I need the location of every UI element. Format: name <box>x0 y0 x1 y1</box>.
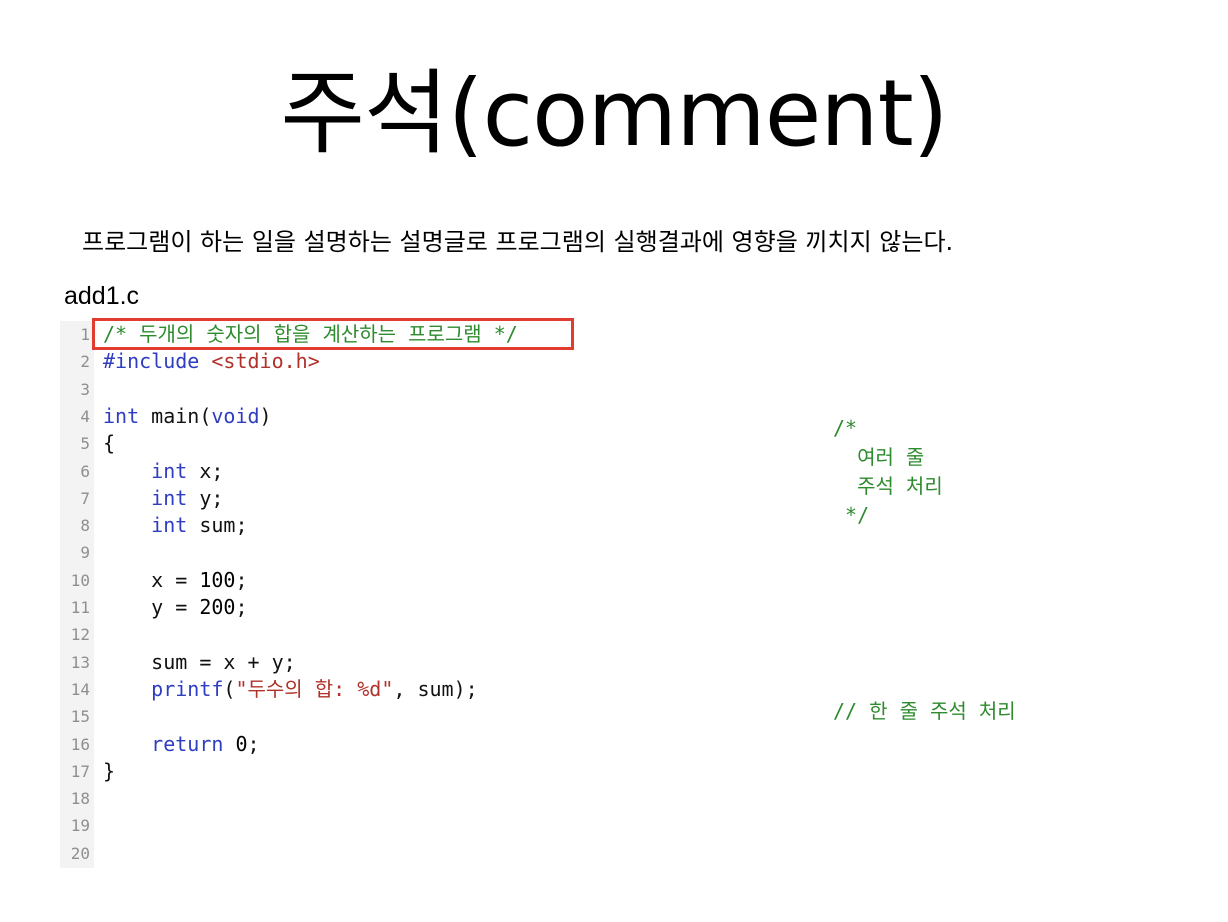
code-line: 11 y = 200; <box>60 594 620 621</box>
line-number: 2 <box>80 352 90 372</box>
slide-subtitle: 프로그램이 하는 일을 설명하는 설명글로 프로그램의 실행결과에 영향을 끼치… <box>82 228 954 256</box>
code-token: sum; <box>187 513 248 538</box>
line-code: x = 100; <box>103 567 248 594</box>
line-number: 8 <box>80 516 90 536</box>
line-code: { <box>103 430 115 457</box>
file-name-label: add1.c <box>64 282 140 310</box>
code-line: 19 <box>60 812 620 839</box>
code-token: int <box>151 458 188 483</box>
code-token: 0 <box>235 731 248 756</box>
code-token: int <box>151 485 188 510</box>
single-line-comment-example: // 한 줄 주석 처리 <box>833 699 1016 723</box>
line-code: int sum; <box>103 512 248 539</box>
code-token: ; <box>235 567 248 592</box>
line-code: int y; <box>103 485 223 512</box>
code-token: #include <box>103 349 212 374</box>
line-number: 10 <box>70 570 90 590</box>
line-number: 20 <box>70 843 90 863</box>
code-line: 16 return 0; <box>60 731 620 758</box>
line-number: 13 <box>70 652 90 672</box>
line-number: 1 <box>80 325 90 344</box>
line-number: 18 <box>70 789 90 809</box>
code-token: x; <box>187 458 224 483</box>
code-line: 7 int y; <box>60 485 620 512</box>
code-line: 14 printf("두수의 합: %d", sum); <box>60 676 620 703</box>
code-line: 12 <box>60 621 620 648</box>
code-line: 10 x = 100; <box>60 567 620 594</box>
code-token: y; <box>187 485 224 510</box>
line-number: 14 <box>70 679 90 699</box>
line-code: } <box>103 758 115 785</box>
line-number: 16 <box>70 734 90 754</box>
code-line: 18 <box>60 785 620 812</box>
line-number: 19 <box>70 816 90 836</box>
code-line: 17} <box>60 758 620 785</box>
code-token: ) <box>259 403 272 428</box>
code-line: 4 int main(void) <box>60 403 620 430</box>
line-code: int x; <box>103 458 223 485</box>
code-token: printf <box>151 676 224 701</box>
code-token: { <box>103 431 116 456</box>
code-token: ; <box>247 731 260 756</box>
code-token: ( <box>223 676 236 701</box>
line-code: #include <stdio.h> <box>103 348 320 375</box>
line-number: 15 <box>70 707 90 727</box>
code-line: 20 <box>60 840 620 867</box>
line-number: 5 <box>80 434 90 454</box>
line-code: return 0; <box>103 731 260 758</box>
line-code: printf("두수의 합: %d", sum); <box>103 676 478 703</box>
code-token: y = <box>103 595 200 619</box>
code-token: 100 <box>199 567 236 592</box>
multiline-comment-example: /* 여러 줄 주석 처리 */ <box>833 416 943 527</box>
line-number: 7 <box>80 488 90 508</box>
code-token: x = <box>103 567 200 592</box>
code-token: return <box>151 731 224 756</box>
code-token: <stdio.h> <box>211 349 320 374</box>
line-number: 3 <box>80 379 90 399</box>
code-line: 2 #include <stdio.h> <box>60 348 620 375</box>
line-number: 6 <box>80 461 90 481</box>
code-line: 9 <box>60 539 620 566</box>
line-code: int main(void) <box>103 403 272 430</box>
code-token: int <box>151 513 188 538</box>
line-number: 17 <box>70 761 90 781</box>
code-line: 5{ <box>60 430 620 457</box>
line-code: sum = x + y; <box>103 649 296 676</box>
code-token: 200 <box>199 595 236 619</box>
line-number: 4 <box>80 406 90 426</box>
code-token: void <box>211 403 260 428</box>
code-token: } <box>103 758 116 783</box>
code-token: main( <box>139 403 212 428</box>
line-number: 12 <box>70 625 90 645</box>
code-line: 8 int sum; <box>60 512 620 539</box>
comment-highlight-box <box>92 318 574 350</box>
code-token: ; <box>235 595 248 619</box>
code-line: 6 int x; <box>60 458 620 485</box>
code-token: , sum); <box>393 676 478 701</box>
code-token: int <box>103 403 140 428</box>
code-line: 3 <box>60 376 620 403</box>
code-token: "두수의 합: %d" <box>235 676 394 701</box>
line-number: 11 <box>70 598 90 617</box>
line-number: 9 <box>80 543 90 563</box>
code-line: 15 <box>60 703 620 730</box>
code-token: sum = x + y; <box>103 649 296 674</box>
slide-title: 주석(comment) <box>280 60 948 167</box>
code-line: 13 sum = x + y; <box>60 649 620 676</box>
line-code: y = 200; <box>103 594 248 621</box>
